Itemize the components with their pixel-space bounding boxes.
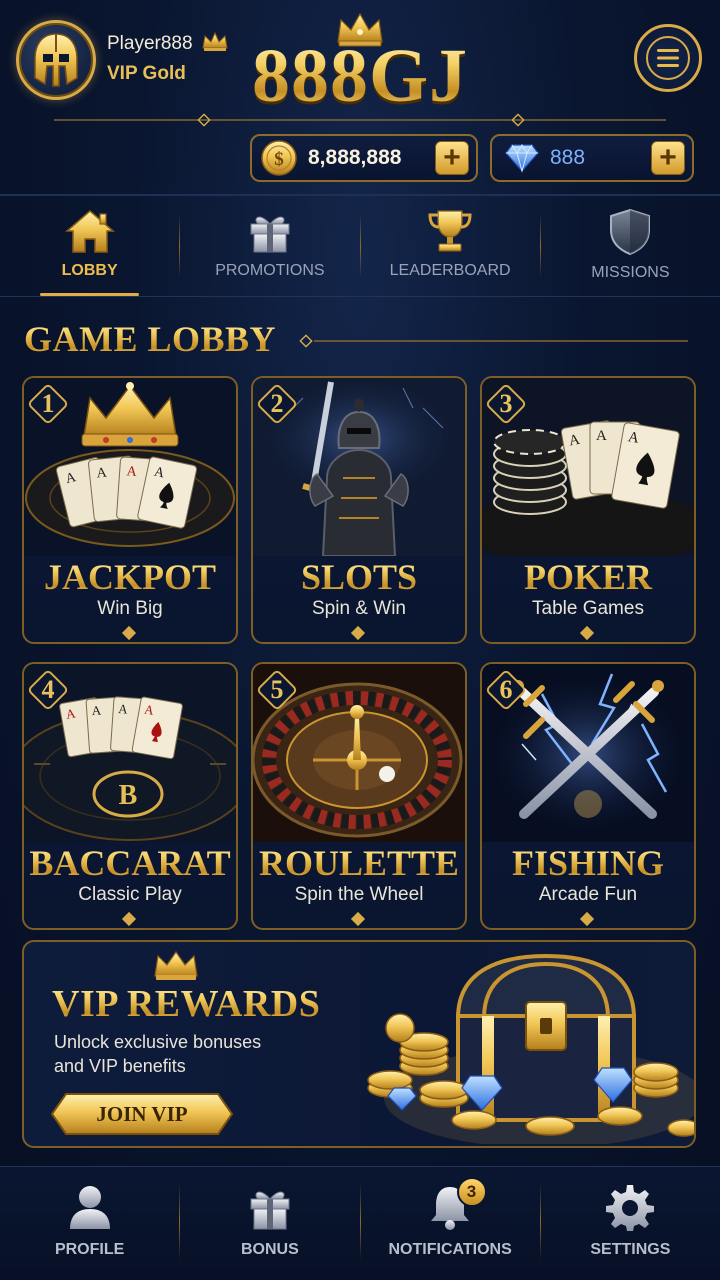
join-vip-label: JOIN VIP: [96, 1101, 188, 1126]
gem-amount: 888: [550, 146, 586, 169]
game-card-fishing[interactable]: 6 FISHING Arcade Fun: [480, 662, 696, 930]
game-name: JACKPOT: [24, 556, 236, 598]
bottom-tab-notifications[interactable]: 3 NOTIFICATIONS: [361, 1167, 540, 1280]
vip-description-line2: and VIP benefits: [54, 1056, 186, 1076]
game-number: 4: [41, 675, 55, 704]
crown-icon: [154, 950, 198, 980]
game-name: SLOTS: [253, 556, 465, 598]
section-title: GAME LOBBY: [24, 319, 277, 359]
bottom-tab-settings-label: SETTINGS: [590, 1241, 671, 1258]
game-card-poker[interactable]: A A A 3 POKER Table Games: [480, 376, 696, 644]
card-ornament: [350, 911, 366, 927]
svg-text:A: A: [91, 702, 102, 718]
card-ornament: [350, 625, 366, 641]
tab-lobby-label: LOBBY: [61, 262, 118, 279]
bottom-tab-profile-label: PROFILE: [54, 1241, 125, 1258]
bottom-tab-bonus-label: BONUS: [240, 1241, 299, 1258]
gem-balance: 888 +: [490, 134, 694, 182]
game-subtitle: Spin the Wheel: [294, 884, 424, 905]
bottom-nav: PROFILE BONUS 3 NOTIFICATIONS SETTINGS: [0, 1166, 720, 1280]
add-gems-button[interactable]: +: [651, 141, 685, 175]
join-vip-button[interactable]: JOIN VIP: [50, 1092, 234, 1136]
bottom-tab-settings[interactable]: SETTINGS: [541, 1167, 720, 1280]
card-ornament: [121, 911, 137, 927]
number-badge-text: 6: [484, 668, 528, 712]
tab-lobby[interactable]: LOBBY: [0, 196, 179, 296]
coin-amount: 8,888,888: [308, 146, 402, 169]
game-number: 6: [499, 675, 513, 704]
tab-missions-label: MISSIONS: [591, 264, 670, 281]
game-name: BACCARAT: [24, 842, 236, 884]
tab-leaderboard[interactable]: LEADERBOARD: [361, 196, 540, 296]
shield-icon: [610, 208, 651, 256]
coin-balance: $ 8,888,888 +: [250, 134, 478, 182]
vip-title: VIP REWARDS: [52, 983, 321, 1025]
gift-icon: [250, 216, 290, 253]
number-badge-text: 3: [484, 382, 528, 426]
menu-button[interactable]: [634, 24, 702, 92]
spartan-helmet-icon: [34, 33, 78, 87]
vip-rewards-banner: VIP REWARDS Unlock exclusive bonuses and…: [22, 940, 696, 1148]
crown-icon: [202, 31, 228, 51]
game-number: 1: [41, 389, 55, 418]
number-badge-text: 2: [255, 382, 299, 426]
game-subtitle: Win Big: [97, 598, 163, 619]
home-icon: [64, 210, 115, 253]
hamburger-menu-icon: [646, 36, 690, 80]
vip-description-line1: Unlock exclusive bonuses: [54, 1032, 262, 1052]
coin-icon: $: [261, 140, 297, 176]
game-number: 5: [270, 675, 284, 704]
svg-text:A: A: [118, 701, 129, 717]
game-card-slots[interactable]: 2 SLOTS Spin & Win: [251, 376, 467, 644]
header-divider: [54, 113, 666, 127]
card-ornament: [121, 625, 137, 641]
header: Player888 VIP Gold 888GJ 888GJ $ 8,888,8…: [0, 0, 720, 196]
diamond-icon: [505, 144, 539, 173]
treasure-chest-illustration: [367, 953, 694, 1144]
svg-text:$: $: [274, 149, 284, 170]
game-name: POKER: [482, 556, 694, 598]
svg-text:A: A: [126, 464, 138, 480]
notification-count-badge: 3: [456, 1177, 487, 1207]
game-subtitle: Table Games: [532, 598, 644, 619]
gear-icon: [606, 1185, 655, 1231]
number-badge-text: 1: [26, 382, 70, 426]
game-card-roulette[interactable]: 5 ROULETTE Spin the Wheel: [251, 662, 467, 930]
gift-icon: [250, 1191, 290, 1230]
section-divider: [299, 334, 688, 348]
svg-text:A: A: [596, 428, 607, 444]
tab-promotions-label: PROMOTIONS: [215, 262, 325, 279]
bottom-tab-bonus[interactable]: BONUS: [180, 1167, 359, 1280]
add-coins-button[interactable]: +: [435, 141, 469, 175]
person-icon: [69, 1186, 110, 1229]
number-badge-text: 4: [26, 668, 70, 712]
baccarat-letter: B: [119, 780, 138, 811]
trophy-icon: [428, 210, 472, 252]
game-name: FISHING: [482, 842, 694, 884]
game-number: 2: [270, 389, 284, 418]
game-subtitle: Spin & Win: [312, 598, 406, 619]
game-subtitle: Arcade Fun: [538, 884, 638, 905]
avatar[interactable]: [16, 20, 96, 100]
tab-leaderboard-label: LEADERBOARD: [389, 262, 511, 279]
game-name: ROULETTE: [253, 842, 465, 884]
bottom-tab-profile[interactable]: PROFILE: [0, 1167, 179, 1280]
game-number: 3: [499, 389, 513, 418]
tab-promotions[interactable]: PROMOTIONS: [180, 196, 359, 296]
player-name: Player888: [107, 33, 193, 54]
bottom-tab-notifications-label: NOTIFICATIONS: [388, 1241, 512, 1258]
card-ornament: [579, 911, 595, 927]
logo: 888GJ: [230, 38, 490, 114]
vip-level: VIP Gold: [107, 63, 186, 84]
nav-border: [0, 296, 720, 297]
game-subtitle: Classic Play: [78, 884, 182, 905]
game-card-baccarat[interactable]: A A A A B 4 BACCARAT Classic Play: [22, 662, 238, 930]
top-nav: LOBBY PROMOTIONS LEADERBOARD MISSIONS: [0, 196, 720, 296]
card-ornament: [579, 625, 595, 641]
game-card-jackpot[interactable]: A A A A 1 JACKPOT Win Big: [22, 376, 238, 644]
number-badge-text: 5: [255, 668, 299, 712]
tab-missions[interactable]: MISSIONS: [541, 196, 720, 296]
